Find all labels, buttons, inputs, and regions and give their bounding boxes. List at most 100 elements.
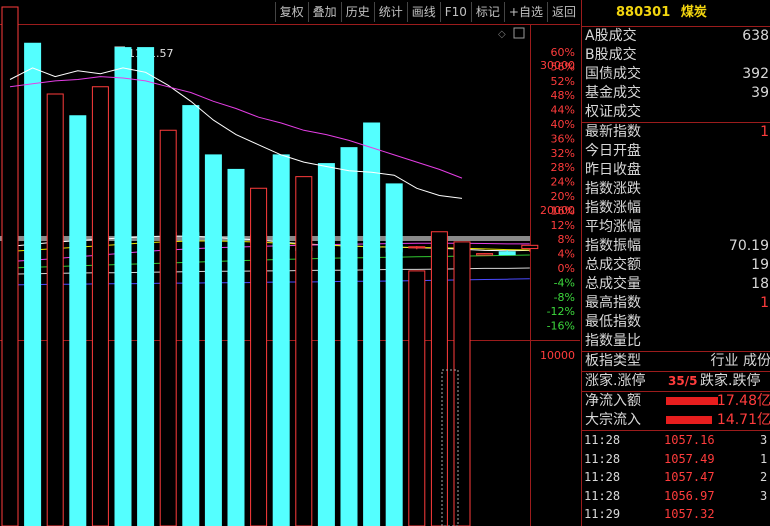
toolbar-button[interactable]: 标记	[470, 2, 504, 22]
tick-price: 1057.47	[664, 470, 715, 485]
toolbar-button[interactable]: 历史	[340, 2, 374, 22]
pct-tick-label: 48%	[551, 89, 575, 102]
board-type-row: 板指类型 行业 成份	[585, 353, 770, 369]
stat-value: 638	[742, 28, 769, 44]
toolbar-button[interactable]: 复权	[274, 2, 308, 22]
index-info-panel: 880301 煤炭 A股成交 638 B股成交 国债成交 392 基金成交 39 权证成交 最…	[581, 0, 770, 526]
stat-value: 19	[751, 257, 769, 273]
stat-row: 今日开盘	[582, 142, 770, 161]
pct-tick-label: -8%	[554, 291, 575, 304]
toolbar-button[interactable]: F10	[439, 2, 471, 22]
index-code: 880301	[616, 5, 671, 20]
stat-value: 392	[742, 66, 769, 82]
toolbar-button[interactable]: +自选	[503, 2, 547, 22]
net-inflow-row: 净流入额 17.48亿	[585, 393, 770, 409]
stat-row: 总成交量 18	[582, 275, 770, 294]
volume-tick-label: 30000	[540, 59, 575, 72]
toolbar-button[interactable]: 统计	[373, 2, 407, 22]
stat-row: 最新指数 1	[582, 123, 770, 142]
stat-value: 18	[751, 276, 769, 292]
toolbar-button[interactable]: 叠加	[307, 2, 341, 22]
volume-bar	[227, 168, 245, 526]
tick-vol: 1	[760, 451, 768, 466]
price-ma-line	[9, 242, 530, 262]
volume-bar	[317, 163, 335, 526]
price-ma-line	[9, 254, 530, 269]
volume-bar	[385, 183, 403, 526]
pct-tick-label: -12%	[547, 305, 575, 318]
stat-label: 最高指数	[585, 295, 641, 311]
stat-row: 指数量比	[582, 332, 770, 351]
toolbar-button[interactable]: 返回	[546, 2, 580, 22]
stat-row: 指数涨跌	[582, 180, 770, 199]
stat-label: 平均涨幅	[585, 219, 641, 235]
stat-row: B股成交	[582, 46, 770, 65]
stat-row: 总成交额 19	[582, 256, 770, 275]
pct-tick-label: 44%	[551, 104, 575, 117]
stat-label: 最新指数	[585, 124, 641, 140]
volume-bar	[204, 154, 222, 526]
pct-tick-label: 28%	[551, 161, 575, 174]
volume-bar	[408, 270, 426, 526]
volume-bar	[272, 154, 290, 526]
volume-bar	[182, 105, 200, 526]
pct-tick-label: -16%	[547, 320, 575, 333]
stat-label: 权证成交	[585, 104, 641, 120]
stat-label: B股成交	[585, 47, 637, 63]
stat-row: A股成交 638	[582, 27, 770, 46]
stat-value: 70.19	[728, 238, 769, 254]
stat-value: 1	[760, 295, 769, 311]
net-inflow-bar	[666, 397, 718, 405]
tick-row[interactable]: 11:29 1057.32	[582, 505, 770, 524]
tick-time: 11:29	[584, 507, 621, 522]
volume-bar	[46, 93, 64, 526]
pct-tick-label: 60%	[551, 46, 575, 59]
stat-label: 指数振幅	[585, 238, 641, 254]
pct-tick-label: 40%	[551, 118, 575, 131]
kline-chart-area[interactable]: ◇ 60% 56% 52% 48% 44% 40% 36% 32% 28% 24% 20% 16% 12%…	[0, 0, 580, 526]
stat-row: 权证成交	[582, 103, 770, 122]
tick-row[interactable]: 11:28 1056.97 3	[582, 487, 770, 506]
chart-toolbar: 复权 叠加 历史 统计 画线 F10 标记 +自选 返回	[0, 0, 580, 24]
stat-label: 最低指数	[585, 314, 641, 330]
volume-bar	[159, 129, 177, 526]
tick-price: 1057.49	[664, 451, 715, 466]
candle-up	[521, 244, 539, 250]
stat-label: 总成交量	[585, 276, 641, 292]
stat-label: 国债成交	[585, 66, 641, 82]
diamond-icon: ◇	[498, 29, 506, 40]
stat-row: 指数振幅 70.19	[582, 237, 770, 256]
tick-vol: 3	[760, 488, 768, 503]
bulk-inflow-bar	[666, 416, 712, 424]
pct-tick-label: 52%	[551, 75, 575, 88]
chart-canvas[interactable]: ◇60%56%52%48%44%40%36%32%28%24%20%16%12%…	[0, 0, 580, 526]
tick-list[interactable]: 11:28 1057.16 3 11:28 1057.49 1 11:28 1057.47 2 1…	[582, 431, 770, 524]
stat-row: 平均涨幅	[582, 218, 770, 237]
volume-bar	[340, 147, 358, 526]
stat-label: 指数量比	[585, 333, 641, 349]
pct-tick-label: 24%	[551, 176, 575, 189]
tick-time: 11:28	[584, 433, 621, 447]
volume-bar	[430, 231, 448, 526]
volume-bar	[453, 241, 471, 526]
stat-label: 指数涨幅	[585, 200, 641, 216]
tick-row[interactable]: 11:28 1057.49 1	[582, 450, 770, 469]
pct-tick-label: 20%	[551, 190, 575, 203]
candle-up	[408, 246, 426, 249]
pct-tick-label: 32%	[551, 147, 575, 160]
stat-row: 指数涨幅	[582, 199, 770, 218]
bulk-inflow-row: 大宗流入 14.71亿	[585, 412, 770, 428]
volume-bar	[295, 176, 313, 526]
toolbar-button[interactable]: 画线	[406, 2, 440, 22]
index-title: 880301 煤炭	[582, 0, 770, 27]
tick-time: 11:28	[584, 470, 621, 485]
stat-label: 总成交额	[585, 257, 641, 273]
tick-row[interactable]: 11:28 1057.47 2	[582, 468, 770, 487]
volume-bar	[250, 187, 268, 526]
pct-tick-label: 0%	[558, 262, 575, 275]
candle-down	[498, 251, 516, 256]
turnover-section: A股成交 638 B股成交 国债成交 392 基金成交 39 权证成交	[582, 27, 770, 122]
volume-bar	[91, 86, 109, 526]
pct-tick-label: -4%	[554, 276, 575, 289]
tick-row[interactable]: 11:28 1057.16 3	[582, 431, 770, 450]
